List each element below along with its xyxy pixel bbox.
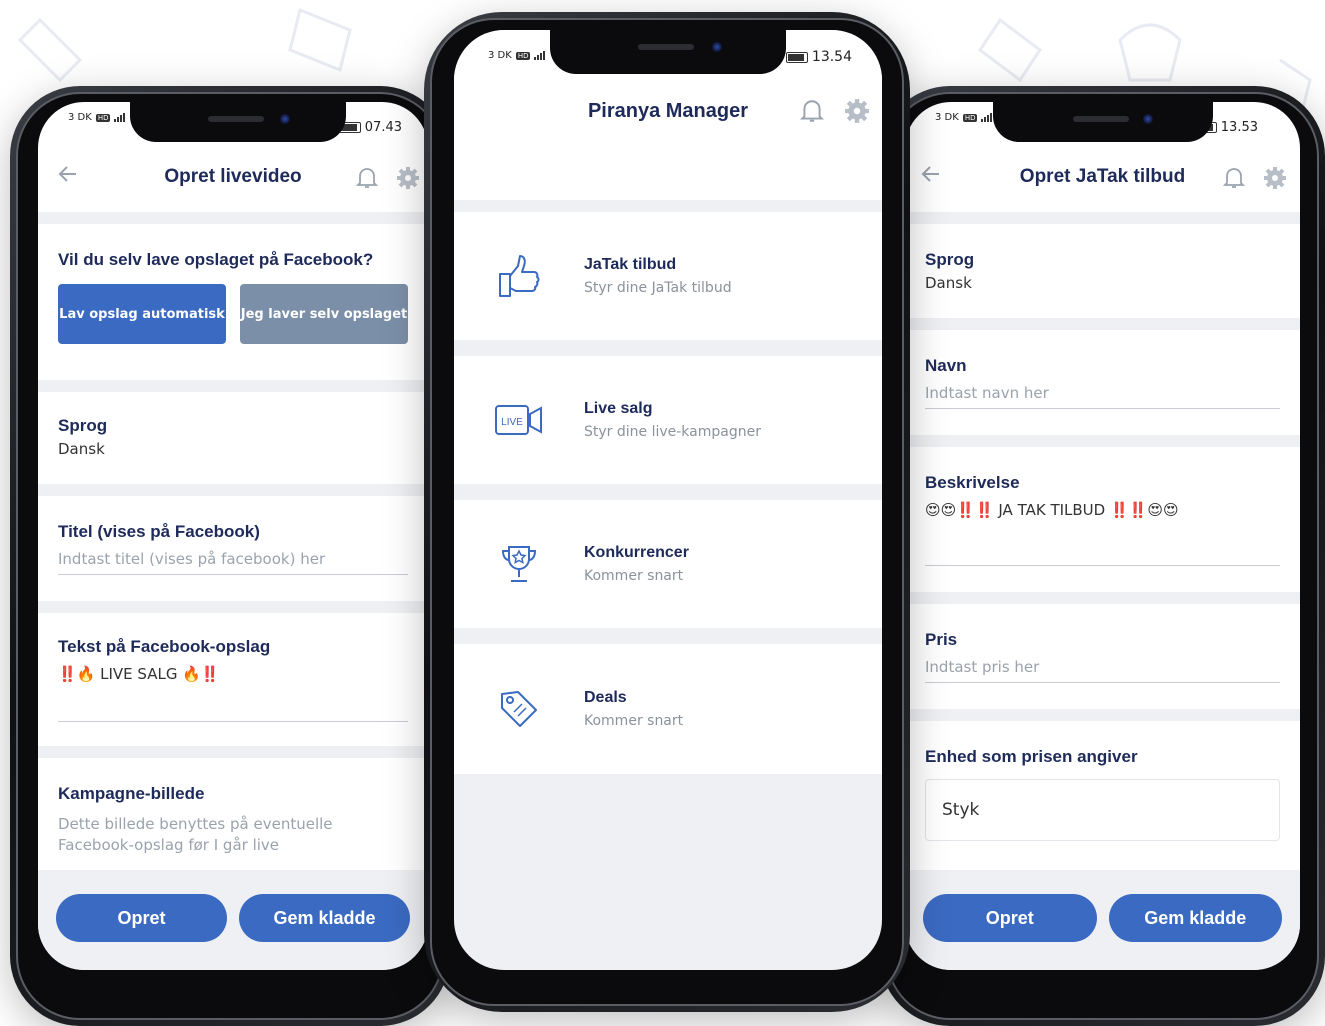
footer: Opret Gem kladde xyxy=(905,870,1300,970)
notch xyxy=(550,30,786,74)
price-tag-icon xyxy=(501,691,537,727)
name-label: Navn xyxy=(925,356,967,375)
name-input[interactable]: Indtast navn her xyxy=(925,384,1280,409)
menu-item-subtitle: Styr dine live-kampagner xyxy=(584,424,761,440)
campaign-image-label: Kampagne-billede xyxy=(58,784,205,803)
left-phone-screen: 3 DK HD 07.43 Opret livevideo Vil du selv… xyxy=(38,102,428,970)
create-button[interactable]: Opret xyxy=(923,894,1097,942)
language-value[interactable]: Dansk xyxy=(58,440,408,458)
language-label: Sprog xyxy=(58,416,108,435)
menu-item-title: Konkurrencer xyxy=(584,544,689,561)
price-input[interactable]: Indtast pris her xyxy=(925,658,1280,683)
create-button[interactable]: Opret xyxy=(56,894,227,942)
unit-label: Enhed som prisen angiver xyxy=(925,747,1138,766)
description-input[interactable]: 😍😍‼️‼️ JA TAK TILBUD ‼️‼️😍😍 xyxy=(925,501,1280,566)
gear-icon[interactable] xyxy=(396,166,420,190)
facebook-question: Vil du selv lave opslaget på Facebook? xyxy=(58,250,374,269)
app-title: Piranya Manager xyxy=(587,100,749,122)
auto-post-button[interactable]: Lav opslag automatisk xyxy=(58,284,226,344)
menu-item-subtitle: Kommer snart xyxy=(584,568,684,584)
language-value[interactable]: Dansk xyxy=(925,274,1280,292)
menu-item-jatak[interactable]: JaTak tilbud Styr dine JaTak tilbud xyxy=(454,212,882,340)
menu-item-subtitle: Styr dine JaTak tilbud xyxy=(584,280,732,296)
self-post-button[interactable]: Jeg laver selv opslaget xyxy=(240,284,408,344)
post-text-input[interactable]: ‼️🔥 LIVE SALG 🔥‼️ xyxy=(58,665,408,722)
signal-icon xyxy=(981,113,993,122)
gear-icon[interactable] xyxy=(1263,166,1287,190)
post-text-label: Tekst på Facebook-opslag xyxy=(58,637,271,656)
right-phone-screen: 3 DK HD 13.53 Opret JaTak tilbud Sprog Da… xyxy=(905,102,1300,970)
language-label: Sprog xyxy=(925,250,975,269)
notch xyxy=(130,102,346,142)
back-arrow-icon[interactable] xyxy=(921,164,941,184)
trophy-icon xyxy=(501,546,537,582)
menu-item-live[interactable]: LIVE Live salg Styr dine live-kampagner xyxy=(454,356,882,484)
price-label: Pris xyxy=(925,630,958,649)
footer: Opret Gem kladde xyxy=(38,870,428,970)
page-title: Opret livevideo xyxy=(164,166,302,187)
bell-icon[interactable] xyxy=(356,166,378,190)
title-label: Titel (vises på Facebook) xyxy=(58,522,260,541)
center-phone-screen: 3 DK HD 13.54 Piranya Manager JaTak tilbu… xyxy=(454,30,882,970)
thumbs-up-icon xyxy=(499,255,540,297)
save-draft-button[interactable]: Gem kladde xyxy=(239,894,410,942)
back-arrow-icon[interactable] xyxy=(58,164,78,184)
page-title: Opret JaTak tilbud xyxy=(1019,166,1186,187)
menu-item-deals[interactable]: Deals Kommer snart xyxy=(454,644,882,774)
menu-item-title: Live salg xyxy=(584,400,653,417)
signal-icon xyxy=(114,113,126,122)
menu-item-konkurrencer[interactable]: Konkurrencer Kommer snart xyxy=(454,500,882,628)
menu-item-title: JaTak tilbud xyxy=(584,256,677,273)
live-video-icon: LIVE xyxy=(495,405,542,435)
unit-field[interactable]: Styk xyxy=(925,779,1280,841)
save-draft-button[interactable]: Gem kladde xyxy=(1108,894,1282,942)
signal-icon xyxy=(534,51,546,60)
bell-icon[interactable] xyxy=(800,98,824,124)
bell-icon[interactable] xyxy=(1223,166,1245,190)
gear-icon[interactable] xyxy=(844,98,870,124)
title-input[interactable]: Indtast titel (vises på facebook) her xyxy=(58,550,408,575)
menu-item-title: Deals xyxy=(584,689,627,706)
description-label: Beskrivelse xyxy=(925,473,1020,492)
svg-text:LIVE: LIVE xyxy=(501,417,523,428)
notch xyxy=(993,102,1213,142)
campaign-image-description: Dette billede benyttes på eventuelle Fac… xyxy=(58,815,333,854)
battery-icon xyxy=(785,51,808,63)
menu-item-subtitle: Kommer snart xyxy=(584,713,684,729)
